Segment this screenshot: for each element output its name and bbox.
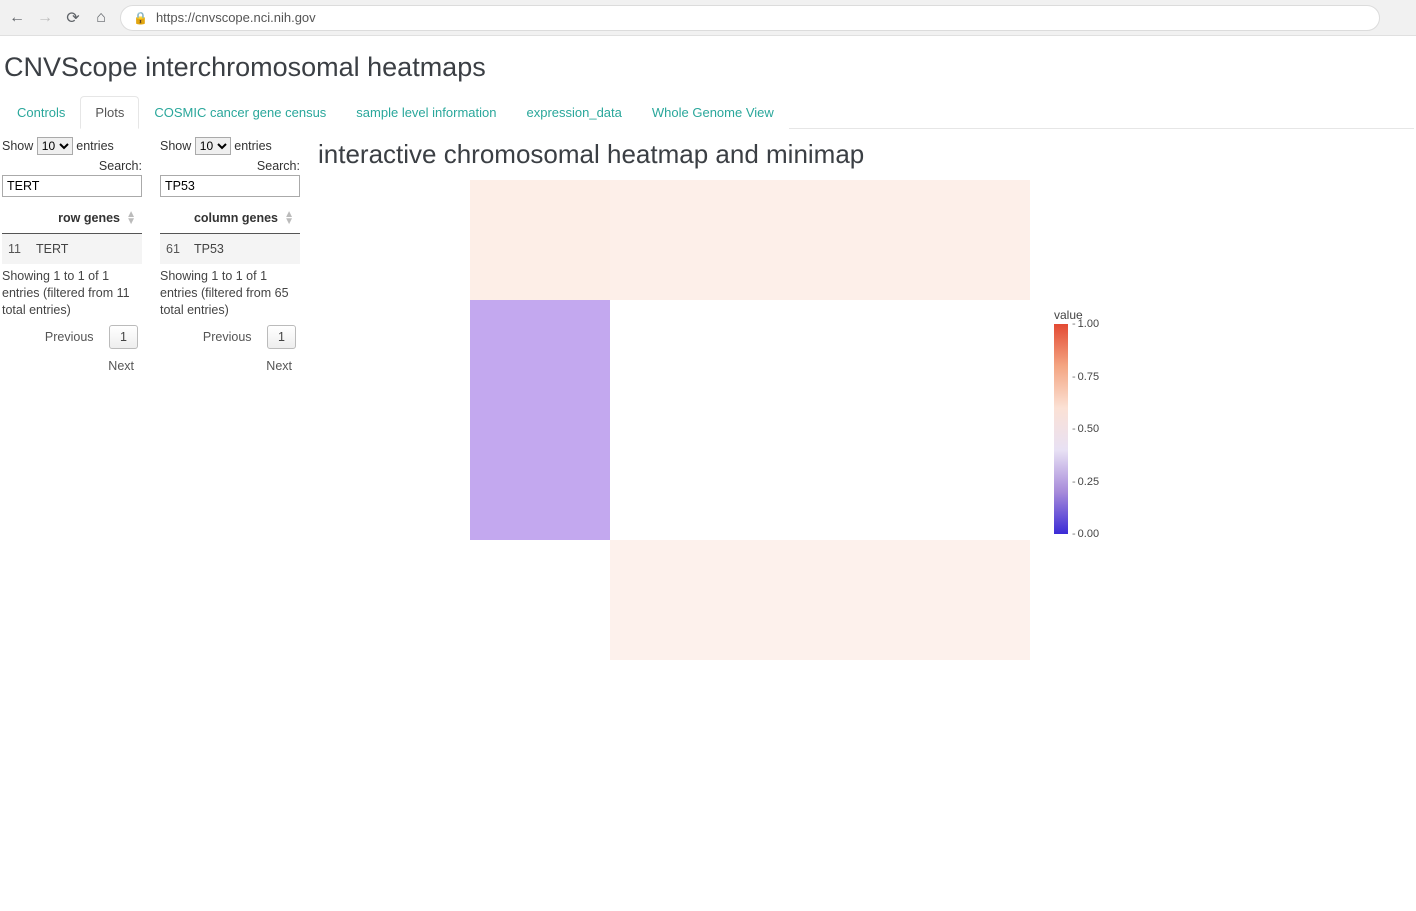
row-genes-panel: Show 10 entries Search: row genes ▲▼ [2, 135, 142, 377]
table-row[interactable]: 11 TERT [2, 234, 142, 265]
row-show-entries: Show 10 entries [2, 137, 142, 155]
column-genes-header[interactable]: column genes ▲▼ [160, 203, 300, 234]
legend-tick: 1.00 [1072, 318, 1099, 330]
column-genes-panel: Show 10 entries Search: column genes ▲▼ [160, 135, 300, 377]
row-genes-header[interactable]: row genes ▲▼ [2, 203, 142, 234]
row-pagination: Previous 1 Next [2, 325, 142, 377]
table-row[interactable]: 61 TP53 [160, 234, 300, 265]
row-index: 11 [2, 234, 30, 265]
heatmap-title: interactive chromosomal heatmap and mini… [318, 135, 1414, 180]
heatmap-grid[interactable] [470, 180, 1030, 660]
row-genes-table: row genes ▲▼ 11 TERT [2, 203, 142, 264]
row-entries-select[interactable]: 10 [37, 137, 73, 155]
row-gene: TERT [30, 234, 142, 265]
col-prev-button[interactable]: Previous [195, 326, 260, 348]
row-next-button[interactable]: Next [100, 355, 142, 377]
tab-whole-genome[interactable]: Whole Genome View [637, 96, 789, 129]
col-search-input[interactable] [160, 175, 300, 197]
entries-label: entries [234, 139, 272, 153]
col-index: 61 [160, 234, 188, 265]
tab-plots[interactable]: Plots [80, 96, 139, 129]
url-text: https://cnvscope.nci.nih.gov [156, 10, 316, 25]
page-body: CNVScope interchromosomal heatmaps Contr… [0, 36, 1416, 668]
column-genes-table: column genes ▲▼ 61 TP53 [160, 203, 300, 264]
col-search-label: Search: [257, 159, 300, 173]
col-entries-select[interactable]: 10 [195, 137, 231, 155]
tab-bar: Controls Plots COSMIC cancer gene census… [2, 95, 1414, 129]
col-next-button[interactable]: Next [258, 355, 300, 377]
col-table-info: Showing 1 to 1 of 1 entries (filtered fr… [160, 268, 300, 319]
legend-colorbar [1054, 324, 1068, 534]
reload-button[interactable]: ⟳ [64, 8, 82, 28]
heatmap-cell[interactable] [470, 540, 610, 660]
heatmap-panel: interactive chromosomal heatmap and mini… [318, 135, 1414, 660]
show-label: Show [160, 139, 191, 153]
row-search-label: Search: [99, 159, 142, 173]
col-gene: TP53 [188, 234, 300, 265]
lock-icon: 🔒 [133, 11, 148, 25]
heatmap-cell[interactable] [610, 540, 1030, 660]
column-genes-header-label: column genes [194, 211, 278, 225]
address-bar[interactable]: 🔒 https://cnvscope.nci.nih.gov [120, 5, 1380, 31]
sort-icon: ▲▼ [284, 211, 294, 225]
row-search-input[interactable] [2, 175, 142, 197]
show-label: Show [2, 139, 33, 153]
tab-sample-level[interactable]: sample level information [341, 96, 511, 129]
col-show-entries: Show 10 entries [160, 137, 300, 155]
tab-controls[interactable]: Controls [2, 96, 80, 129]
page-title: CNVScope interchromosomal heatmaps [2, 44, 1414, 89]
heatmap-legend: value 1.000.750.500.250.00 [1054, 308, 1102, 534]
tab-expression[interactable]: expression_data [511, 96, 636, 129]
browser-toolbar: ← → ⟳ ⌂ 🔒 https://cnvscope.nci.nih.gov [0, 0, 1416, 36]
heatmap-cell[interactable] [470, 300, 610, 540]
col-page-1[interactable]: 1 [267, 325, 296, 349]
heatmap-cell[interactable] [470, 180, 610, 300]
legend-tick: 0.25 [1072, 476, 1099, 488]
legend-tick: 0.50 [1072, 423, 1099, 435]
col-pagination: Previous 1 Next [160, 325, 300, 377]
home-button[interactable]: ⌂ [92, 9, 110, 27]
forward-button[interactable]: → [36, 9, 54, 27]
legend-ticks: 1.000.750.500.250.00 [1072, 324, 1102, 534]
legend-tick: 0.75 [1072, 371, 1099, 383]
row-genes-header-label: row genes [58, 211, 120, 225]
tab-cosmic[interactable]: COSMIC cancer gene census [139, 96, 341, 129]
sort-icon: ▲▼ [126, 211, 136, 225]
entries-label: entries [76, 139, 114, 153]
legend-tick: 0.00 [1072, 528, 1099, 540]
heatmap-cell[interactable] [610, 180, 1030, 300]
back-button[interactable]: ← [8, 9, 26, 27]
row-page-1[interactable]: 1 [109, 325, 138, 349]
heatmap-cell[interactable] [610, 300, 1030, 540]
row-prev-button[interactable]: Previous [37, 326, 102, 348]
row-table-info: Showing 1 to 1 of 1 entries (filtered fr… [2, 268, 142, 319]
